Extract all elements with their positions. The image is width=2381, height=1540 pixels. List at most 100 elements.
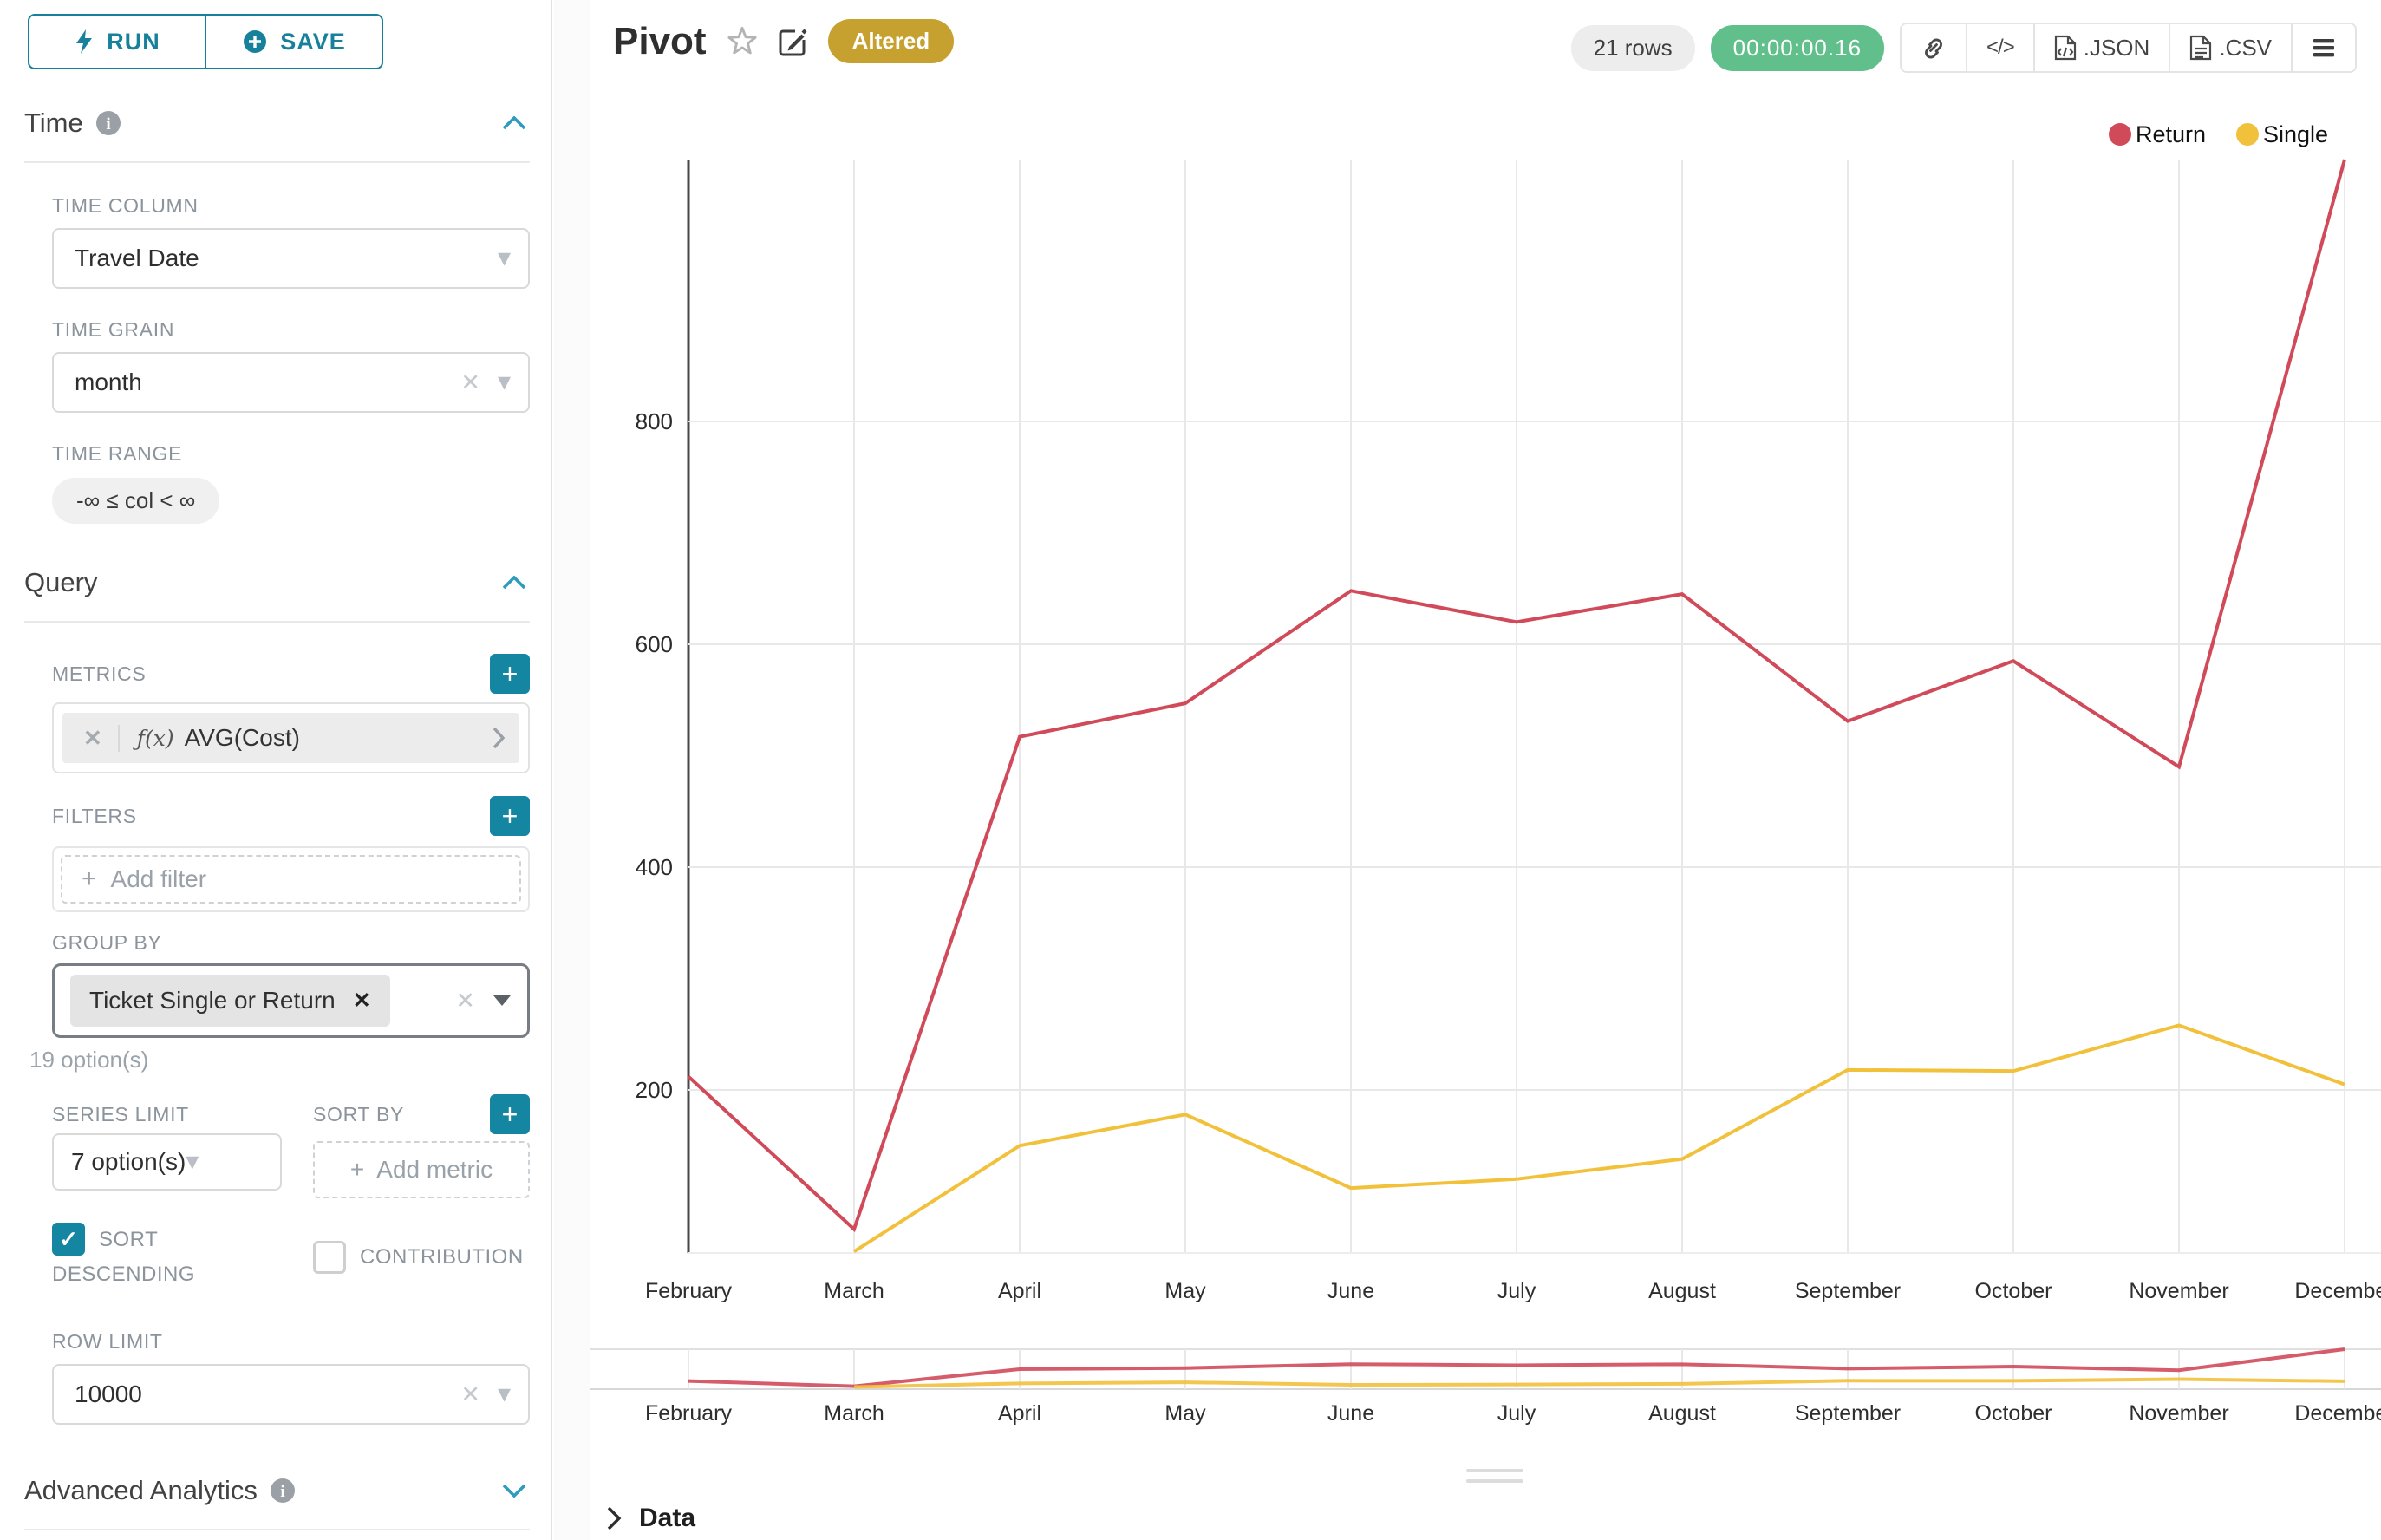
svg-text:i: i <box>280 1483 284 1501</box>
chart-menu-button[interactable] <box>2291 24 2355 71</box>
section-divider <box>24 161 530 163</box>
favorite-star-icon[interactable] <box>726 25 759 58</box>
svg-text:April: April <box>998 1279 1041 1303</box>
remove-metric-icon[interactable]: ✕ <box>76 725 120 752</box>
line-chart[interactable]: FebruaryMarchAprilMayJuneJulyAugustSepte… <box>590 104 2381 1318</box>
svg-text:April: April <box>998 1401 1041 1426</box>
time-grain-select[interactable]: month ✕ ▾ <box>52 352 530 413</box>
query-section-header[interactable]: Query <box>24 567 530 598</box>
svg-text:June: June <box>1327 1401 1374 1426</box>
svg-text:February: February <box>645 1401 733 1426</box>
row-limit-label: ROW LIMIT <box>52 1330 530 1354</box>
svg-text:May: May <box>1164 1401 1206 1426</box>
series-limit-value: 7 option(s) <box>71 1148 186 1176</box>
advanced-analytics-header[interactable]: Advanced Analytics i <box>24 1475 530 1506</box>
sort-by-dropzone[interactable]: + Add metric <box>313 1141 530 1198</box>
clear-icon[interactable]: ✕ <box>455 988 475 1015</box>
time-column-select[interactable]: Travel Date ▾ <box>52 228 530 289</box>
time-brush-mini-chart[interactable]: FebruaryMarchAprilMayJuneJulyAugustSepte… <box>590 1342 2381 1446</box>
remove-tag-icon[interactable]: ✕ <box>353 988 371 1014</box>
export-json-button[interactable]: .JSON <box>2033 24 2169 71</box>
clear-icon[interactable]: ✕ <box>460 369 480 396</box>
svg-text:November: November <box>2129 1279 2228 1303</box>
chart-title: Pivot <box>613 20 707 63</box>
add-sort-metric-button[interactable]: + <box>490 1094 530 1134</box>
edit-pencil-icon[interactable] <box>778 26 809 57</box>
chart-panel: Pivot Altered 21 rows 00:00:00.16 </> .J… <box>590 0 2381 1540</box>
plus-icon: + <box>350 1156 364 1184</box>
time-grain-label: TIME GRAIN <box>52 318 530 342</box>
hamburger-icon <box>2312 37 2336 58</box>
metric-name: AVG(Cost) <box>185 724 300 752</box>
caret-down-icon: ▾ <box>186 1149 199 1175</box>
json-file-icon <box>2054 35 2077 61</box>
add-filter-placeholder: Add filter <box>111 865 207 893</box>
add-filter-button[interactable]: + <box>490 796 530 836</box>
fx-icon: ƒ(x) <box>137 726 174 751</box>
svg-text:i: i <box>106 115 110 134</box>
save-button-label: SAVE <box>280 29 346 55</box>
svg-text:400: 400 <box>636 854 673 880</box>
group-by-options-hint: 19 option(s) <box>29 1047 507 1073</box>
data-panel-toggle[interactable]: Data <box>606 1504 695 1533</box>
svg-text:800: 800 <box>636 408 673 434</box>
add-metric-button[interactable]: + <box>490 654 530 694</box>
plus-icon: + <box>82 865 97 894</box>
clear-icon[interactable]: ✕ <box>460 1381 480 1408</box>
metric-pill[interactable]: ✕ ƒ(x) AVG(Cost) <box>62 713 519 763</box>
sort-descending-checkbox[interactable]: ✓ <box>52 1223 85 1256</box>
altered-badge[interactable]: Altered <box>828 19 955 63</box>
svg-text:August: August <box>1648 1401 1716 1426</box>
info-icon: i <box>270 1478 296 1504</box>
chevron-up-icon[interactable] <box>502 116 526 130</box>
save-button[interactable]: SAVE <box>205 16 382 68</box>
plus-circle-icon <box>242 29 268 55</box>
chevron-right-icon[interactable] <box>492 726 506 750</box>
svg-text:July: July <box>1497 1401 1536 1426</box>
query-section-title: Query <box>24 567 97 598</box>
svg-text:Single: Single <box>2263 121 2328 147</box>
svg-text:June: June <box>1327 1279 1374 1303</box>
share-link-button[interactable] <box>1902 24 1966 71</box>
panel-drag-handle[interactable] <box>1466 1469 1523 1490</box>
svg-text:December: December <box>2294 1401 2381 1426</box>
sort-by-label: SORT BY <box>313 1103 404 1126</box>
svg-text:September: September <box>1795 1279 1901 1303</box>
time-grain-value: month <box>75 369 142 396</box>
svg-text:May: May <box>1164 1279 1206 1303</box>
time-column-label: TIME COLUMN <box>52 194 530 218</box>
series-limit-select[interactable]: 7 option(s) ▾ <box>52 1133 282 1191</box>
group-by-select[interactable]: Ticket Single or Return ✕ ✕ <box>52 963 530 1038</box>
section-divider <box>24 621 530 623</box>
row-limit-select[interactable]: 10000 ✕ ▾ <box>52 1364 530 1425</box>
run-button-label: RUN <box>107 29 160 55</box>
code-icon: </> <box>1986 36 2014 60</box>
link-icon <box>1921 35 1947 61</box>
caret-down-icon: ▾ <box>498 1381 511 1407</box>
chevron-down-icon[interactable] <box>502 1484 526 1498</box>
control-panel-sidebar: RUN SAVE Time i TIME COLUMN Travel Date … <box>0 0 552 1540</box>
export-json-label: .JSON <box>2084 35 2150 62</box>
run-button[interactable]: RUN <box>29 16 205 68</box>
time-section-title: Time <box>24 108 83 139</box>
checkmark-icon: ✓ <box>59 1226 78 1253</box>
svg-text:March: March <box>824 1401 884 1426</box>
chevron-up-icon[interactable] <box>502 576 526 590</box>
caret-down-icon: ▾ <box>498 369 511 395</box>
group-by-label: GROUP BY <box>52 931 530 955</box>
svg-text:February: February <box>645 1279 733 1303</box>
add-filter-dropzone[interactable]: + Add filter <box>61 855 521 904</box>
metrics-label: METRICS <box>52 662 146 686</box>
row-count-badge: 21 rows <box>1571 25 1695 71</box>
run-save-button-group: RUN SAVE <box>28 14 383 69</box>
svg-text:August: August <box>1648 1279 1716 1303</box>
view-query-button[interactable]: </> <box>1966 24 2033 71</box>
contribution-checkbox[interactable] <box>313 1241 346 1274</box>
caret-down-icon: ▾ <box>498 245 511 271</box>
time-range-pill[interactable]: -∞ ≤ col < ∞ <box>52 478 219 524</box>
export-button-group: </> .JSON .CSV <box>1900 23 2357 73</box>
svg-text:March: March <box>824 1279 884 1303</box>
panel-resize-gutter[interactable] <box>554 0 590 1540</box>
time-section-header[interactable]: Time i <box>24 108 530 139</box>
export-csv-button[interactable]: .CSV <box>2169 24 2291 71</box>
